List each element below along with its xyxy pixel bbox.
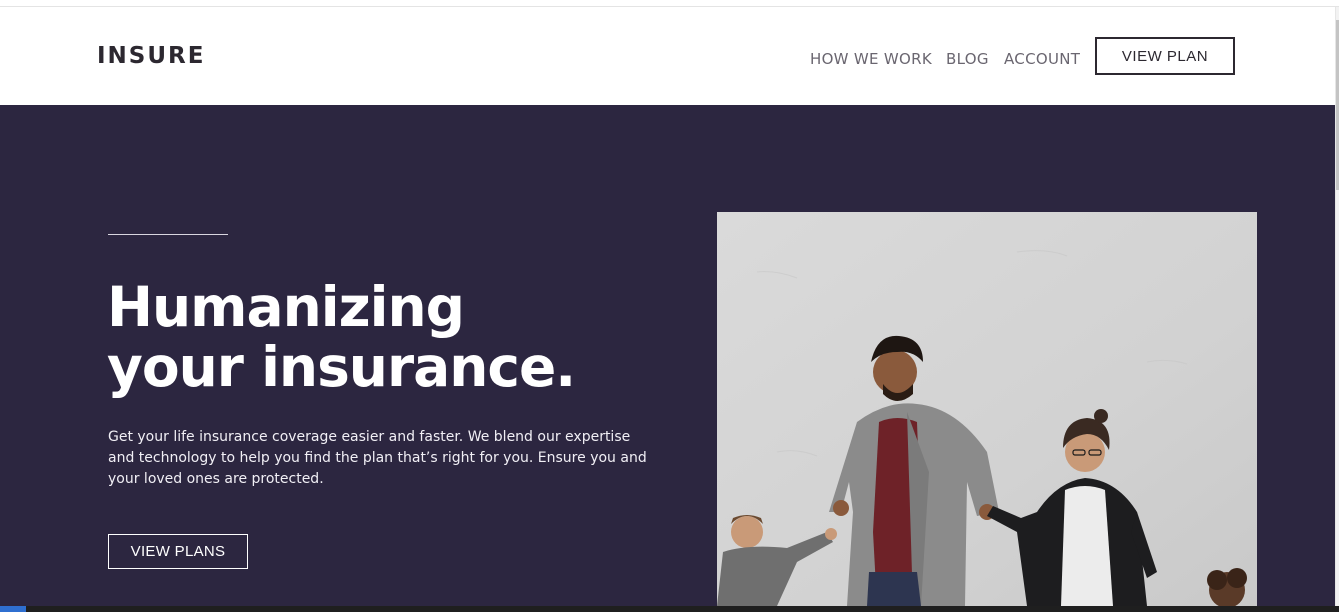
hero-title-line2: your insurance. bbox=[107, 335, 576, 399]
hero-title-line1: Humanizing bbox=[107, 275, 465, 339]
hero-section: Humanizing your insurance. Get your life… bbox=[0, 105, 1335, 606]
nav-account[interactable]: ACCOUNT bbox=[1004, 50, 1080, 68]
hero-description: Get your life insurance coverage easier … bbox=[108, 429, 647, 487]
hero-image bbox=[717, 212, 1257, 606]
hero-divider bbox=[108, 234, 228, 235]
logo[interactable]: INSURE bbox=[97, 43, 205, 69]
editor-status-bar bbox=[0, 606, 1339, 612]
hero-title: Humanizing your insurance. bbox=[107, 275, 576, 399]
status-bar-remote-indicator[interactable] bbox=[0, 606, 26, 612]
site-header: INSURE HOW WE WORK BLOG ACCOUNT VIEW PLA… bbox=[0, 7, 1335, 105]
nav-blog[interactable]: BLOG bbox=[946, 50, 989, 68]
view-plan-button[interactable]: VIEW PLAN bbox=[1095, 37, 1235, 75]
family-photo-illustration bbox=[717, 212, 1257, 606]
view-plans-button[interactable]: VIEW PLANS bbox=[108, 534, 248, 569]
child-figure-right bbox=[1207, 568, 1247, 606]
nav-how-we-work[interactable]: HOW WE WORK bbox=[810, 50, 932, 68]
